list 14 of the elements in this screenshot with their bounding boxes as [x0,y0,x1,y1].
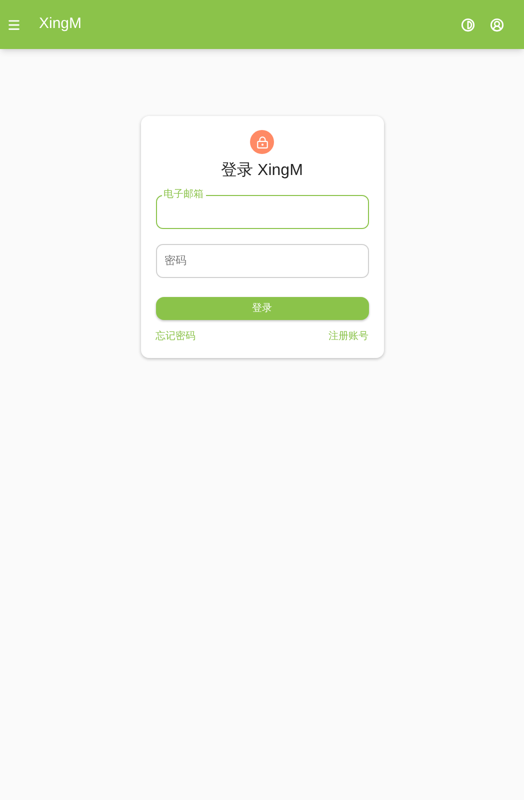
lock-icon [250,130,274,154]
menu-icon [7,18,21,32]
login-button[interactable]: 登录 [156,297,368,320]
theme-toggle-button[interactable] [461,18,475,32]
text-link[interactable]: 忘记密码 [156,329,196,344]
contrast-icon [461,18,475,32]
account-button[interactable] [490,18,504,32]
account-icon [490,18,504,32]
field-label: 电子邮箱 [162,189,206,201]
menu-button[interactable] [7,18,21,32]
field-placeholder: 密码 [164,254,186,269]
login-title: 登录 XingM [221,161,303,181]
app-title: XingM [39,14,82,34]
text-link[interactable]: 注册账号 [328,329,368,344]
